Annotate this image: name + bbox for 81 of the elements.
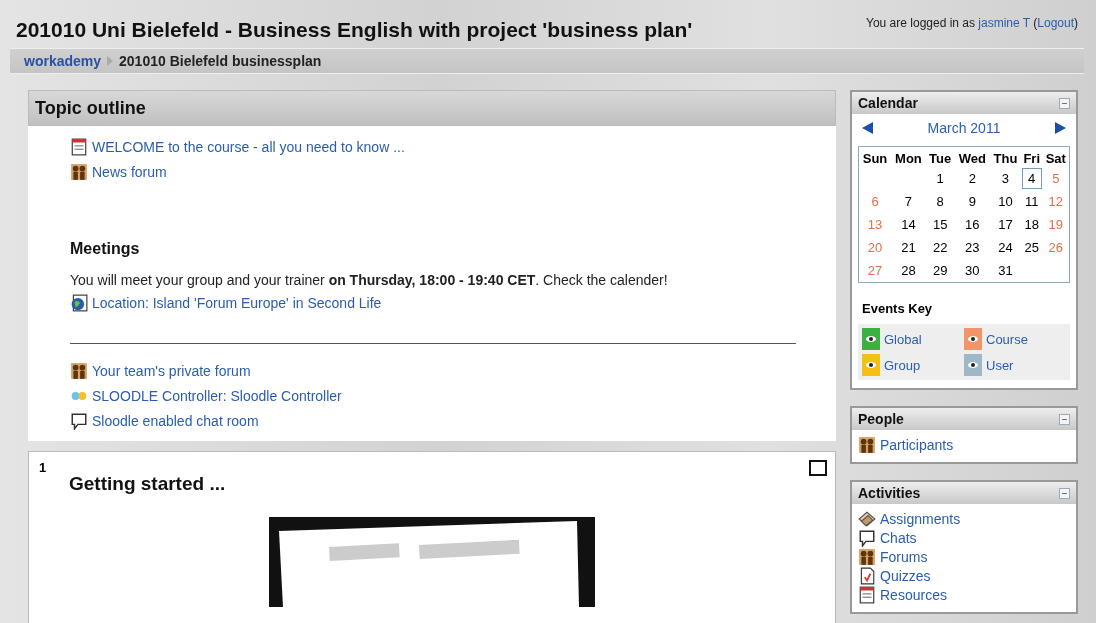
sidebar-link[interactable]: Participants <box>880 437 954 453</box>
calendar-title: Calendar <box>858 95 918 111</box>
calendar-day[interactable]: 15 <box>925 213 955 236</box>
sidebar-link[interactable]: Forums <box>880 549 928 565</box>
calendar-day[interactable]: 25 <box>1020 236 1043 259</box>
weekday-header: Thu <box>989 146 1021 167</box>
collapse-icon[interactable] <box>1059 97 1070 109</box>
breadcrumb-link[interactable]: workademy <box>24 53 102 69</box>
calendar-day[interactable]: 1 <box>925 167 955 190</box>
logout-link[interactable]: Logout <box>1037 16 1074 30</box>
panel-title: People <box>858 411 904 427</box>
event-type-link[interactable]: Global <box>884 331 922 347</box>
event-type-link[interactable]: User <box>986 357 1014 373</box>
calendar-day[interactable]: 31 <box>989 259 1021 283</box>
calendar-day[interactable]: 10 <box>989 190 1021 213</box>
section-number: 1 <box>39 460 47 475</box>
bracket-text: ( <box>1033 16 1038 30</box>
weekday-header: Sun <box>858 146 892 167</box>
people-icon <box>858 436 876 454</box>
sidebar-link[interactable]: Quizzes <box>880 568 931 584</box>
username-link[interactable]: jasmine T <box>978 16 1030 30</box>
speech-bubble-icon <box>858 529 876 547</box>
calendar-day[interactable]: 8 <box>925 190 955 213</box>
sidebar-link[interactable]: Assignments <box>880 511 961 527</box>
document-icon <box>858 586 876 604</box>
calendar-day[interactable]: 23 <box>954 236 990 259</box>
events-key-title: Events Key <box>862 301 934 316</box>
activity-link[interactable]: News forum <box>92 163 167 180</box>
collapse-icon[interactable] <box>1059 413 1070 425</box>
sidebar-link[interactable]: Chats <box>880 530 917 546</box>
globe-icon <box>70 293 88 312</box>
weekday-header: Tue <box>925 146 955 167</box>
event-type-link[interactable]: Group <box>884 357 921 373</box>
calendar-day[interactable]: 22 <box>925 236 955 259</box>
login-text: You are logged in as <box>866 16 975 30</box>
bracket-text: ) <box>1074 16 1078 30</box>
calendar-day[interactable]: 14 <box>891 213 926 236</box>
weekday-header: Wed <box>954 146 990 167</box>
section-heading: Meetings <box>70 240 141 258</box>
next-month-icon[interactable] <box>1055 122 1066 134</box>
activity-link[interactable]: Sloodle enabled chat room <box>92 412 259 429</box>
section-title: Getting started ... <box>69 473 227 495</box>
calendar-day[interactable]: 3 <box>989 167 1021 190</box>
quiz-icon <box>858 567 876 585</box>
speech-bubble-icon <box>70 411 88 430</box>
calendar-day[interactable]: 24 <box>989 236 1021 259</box>
activity-link[interactable]: SLOODLE Controller: Sloodle Controller <box>92 387 342 404</box>
calendar-day[interactable]: 17 <box>989 213 1021 236</box>
checkbox[interactable] <box>809 460 827 476</box>
topic-outline-header: Topic outline <box>28 90 836 126</box>
people-icon <box>70 361 88 380</box>
activity-link[interactable]: Location: Island 'Forum Europe' in Second Life <box>92 294 382 311</box>
course-title: 201010 Uni Bielefeld - Business English with project 'business plan' <box>16 18 693 42</box>
calendar-day[interactable]: 18 <box>1020 213 1043 236</box>
calendar-day[interactable]: 11 <box>1020 190 1043 213</box>
month-link[interactable]: March 2011 <box>927 120 1001 136</box>
weekday-header: Sat <box>1042 146 1070 167</box>
sidebar-link[interactable]: Resources <box>880 587 947 603</box>
panel-title: Activities <box>858 485 921 501</box>
breadcrumb-current: 201010 Bielefeld businessplan <box>119 53 322 69</box>
document-icon <box>70 137 88 156</box>
event-type-link[interactable]: Course <box>986 331 1028 347</box>
previous-month-icon[interactable] <box>862 122 873 134</box>
weekday-header: Mon <box>891 146 926 167</box>
activity-link[interactable]: WELCOME to the course - all you need to know ... <box>92 138 405 155</box>
calendar-day[interactable]: 16 <box>954 213 990 236</box>
activity-link[interactable]: Your team's private forum <box>92 362 251 379</box>
weekday-header: Fri <box>1020 146 1043 167</box>
calendar-day[interactable]: 7 <box>891 190 926 213</box>
papers-icon <box>858 510 876 528</box>
collapse-icon[interactable] <box>1059 487 1070 499</box>
calendar-day[interactable]: 2 <box>954 167 990 190</box>
calendar-day[interactable]: 29 <box>925 259 955 283</box>
calendar-day[interactable]: 28 <box>891 259 926 283</box>
people-icon <box>70 162 88 181</box>
calendar-day[interactable]: 30 <box>954 259 990 283</box>
calendar-day[interactable]: 4 <box>1020 167 1043 190</box>
meeting-text: You will meet your group and your trainer on Thursday, 18:00 - 19:40 CET. Check the calender! <box>70 272 669 288</box>
people-icon <box>858 548 876 566</box>
calendar-day[interactable]: 21 <box>891 236 926 259</box>
calendar-day[interactable]: 9 <box>954 190 990 213</box>
